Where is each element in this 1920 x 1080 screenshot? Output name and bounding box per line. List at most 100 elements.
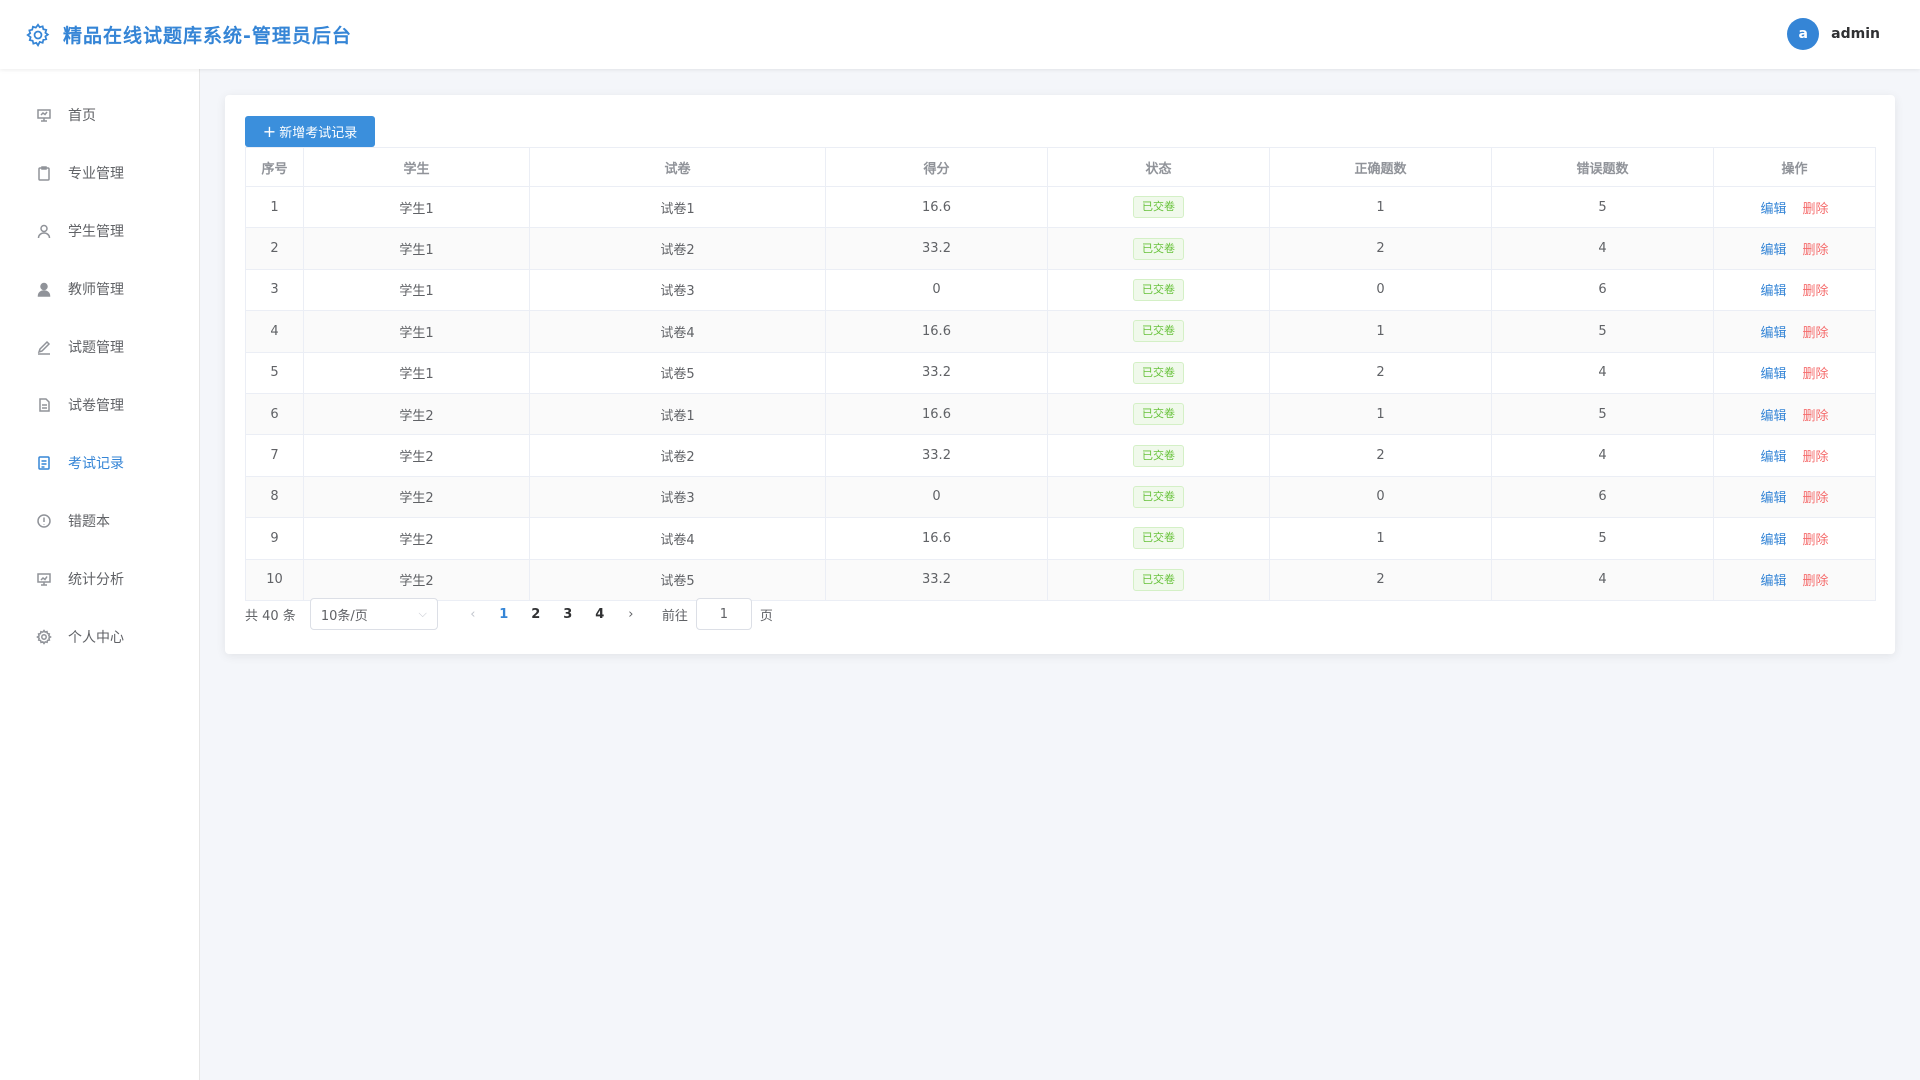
edit-button[interactable]: 编辑 bbox=[1760, 322, 1786, 341]
add-exam-record-button[interactable]: + 新增考试记录 bbox=[245, 116, 375, 147]
table-cell: 试卷1 bbox=[529, 392, 826, 436]
delete-button[interactable]: 删除 bbox=[1803, 570, 1829, 589]
sidebar-item-1[interactable]: 专业管理 bbox=[0, 144, 199, 202]
table-cell: 5 bbox=[1491, 517, 1714, 560]
table-row: 5 学生1 试卷5 33.2 已交卷 2 4 编辑 删除 bbox=[245, 351, 1876, 394]
delete-button[interactable]: 删除 bbox=[1803, 322, 1829, 341]
edit-button[interactable]: 编辑 bbox=[1760, 405, 1786, 424]
actions-cell: 编辑 删除 bbox=[1713, 185, 1876, 229]
edit-button[interactable]: 编辑 bbox=[1760, 487, 1786, 506]
table-cell: 学生2 bbox=[303, 434, 530, 477]
table-cell: 试卷4 bbox=[529, 517, 826, 560]
delete-button[interactable]: 删除 bbox=[1803, 529, 1829, 548]
table-cell: 8 bbox=[245, 475, 304, 519]
table-cell: 6 bbox=[1491, 475, 1714, 519]
table-cell: 2 bbox=[1269, 351, 1492, 394]
sidebar-item-4[interactable]: 试题管理 bbox=[0, 318, 199, 376]
sidebar-item-label: 首页 bbox=[68, 108, 96, 124]
page-number-2[interactable]: 2 bbox=[520, 607, 552, 622]
user-filled-icon bbox=[35, 280, 53, 298]
sidebar-item-label: 统计分析 bbox=[68, 572, 124, 588]
sidebar-item-8[interactable]: 统计分析 bbox=[0, 550, 199, 608]
table-cell: 7 bbox=[245, 434, 304, 477]
table-row: 6 学生2 试卷1 16.6 已交卷 1 5 编辑 删除 bbox=[245, 392, 1876, 436]
edit-button[interactable]: 编辑 bbox=[1760, 280, 1786, 299]
table-cell: 学生2 bbox=[303, 392, 530, 436]
jump-page-input[interactable] bbox=[695, 598, 752, 630]
delete-button[interactable]: 删除 bbox=[1803, 487, 1829, 506]
actions-cell: 编辑 删除 bbox=[1713, 351, 1876, 394]
table-row: 4 学生1 试卷4 16.6 已交卷 1 5 编辑 删除 bbox=[245, 310, 1876, 353]
add-button-label: 新增考试记录 bbox=[279, 126, 358, 141]
sidebar-item-2[interactable]: 学生管理 bbox=[0, 202, 199, 260]
logo: 精品在线试题库系统-管理员后台 bbox=[25, 21, 352, 48]
delete-button[interactable]: 删除 bbox=[1803, 239, 1829, 258]
table-cell: 试卷4 bbox=[529, 310, 826, 353]
table-body: 1 学生1 试卷1 16.6 已交卷 1 5 编辑 删除 2 学生1 试卷2 33.2 已交卷 2 4 编辑 删除… bbox=[245, 185, 1876, 601]
username[interactable]: admin bbox=[1831, 26, 1880, 42]
edit-button[interactable]: 编辑 bbox=[1760, 446, 1786, 465]
setting-icon bbox=[35, 628, 53, 646]
prev-page-button[interactable]: ‹ bbox=[458, 607, 488, 622]
status-badge: 已交卷 bbox=[1133, 278, 1184, 301]
sidebar-item-label: 教师管理 bbox=[68, 282, 124, 298]
chevron-down-icon: ⌵ bbox=[418, 607, 427, 620]
page-number-3[interactable]: 3 bbox=[552, 607, 584, 622]
table-cell: 16.6 bbox=[825, 185, 1048, 229]
tickets-icon bbox=[35, 454, 53, 472]
edit-button[interactable]: 编辑 bbox=[1760, 198, 1786, 217]
page-size-select[interactable]: 10条/页 ⌵ bbox=[309, 598, 438, 630]
table-cell: 0 bbox=[825, 475, 1048, 519]
status-badge: 已交卷 bbox=[1133, 403, 1184, 426]
delete-button[interactable]: 删除 bbox=[1803, 405, 1829, 424]
status-badge: 已交卷 bbox=[1133, 444, 1184, 467]
table-cell: 2 bbox=[1269, 558, 1492, 601]
document-icon bbox=[35, 396, 53, 414]
sidebar-item-0[interactable]: 首页 bbox=[0, 86, 199, 144]
table-cell: 学生1 bbox=[303, 268, 530, 312]
table-cell: 学生2 bbox=[303, 517, 530, 560]
table-cell: 0 bbox=[1269, 475, 1492, 519]
sidebar-item-6[interactable]: 考试记录 bbox=[0, 434, 199, 492]
chart-board-icon bbox=[35, 570, 53, 588]
table-cell: 学生1 bbox=[303, 185, 530, 229]
table-cell: 试卷5 bbox=[529, 558, 826, 601]
presentation-icon bbox=[35, 106, 53, 124]
edit-button[interactable]: 编辑 bbox=[1760, 363, 1786, 382]
table-cell: 5 bbox=[1491, 392, 1714, 436]
sidebar-item-7[interactable]: 错题本 bbox=[0, 492, 199, 550]
pagination: 共 40 条 10条/页 ⌵ ‹ 1234 › 前往 页 bbox=[245, 598, 773, 630]
user-menu[interactable]: a admin bbox=[1787, 18, 1880, 50]
sidebar-item-3[interactable]: 教师管理 bbox=[0, 260, 199, 318]
warning-icon bbox=[35, 512, 53, 530]
status-cell: 已交卷 bbox=[1047, 434, 1270, 477]
status-cell: 已交卷 bbox=[1047, 227, 1270, 270]
edit-button[interactable]: 编辑 bbox=[1760, 529, 1786, 548]
sidebar-item-9[interactable]: 个人中心 bbox=[0, 608, 199, 666]
delete-button[interactable]: 删除 bbox=[1803, 446, 1829, 465]
edit-button[interactable]: 编辑 bbox=[1760, 239, 1786, 258]
table-cell: 1 bbox=[1269, 517, 1492, 560]
actions-cell: 编辑 删除 bbox=[1713, 268, 1876, 312]
records-card: + 新增考试记录 序号 学生 试卷 得分 状态 正确题数 错误题数 操作 1 学生1 试卷1 16.… bbox=[225, 95, 1895, 654]
delete-button[interactable]: 删除 bbox=[1803, 280, 1829, 299]
page-number-1[interactable]: 1 bbox=[488, 607, 520, 622]
table-cell: 16.6 bbox=[825, 392, 1048, 436]
next-page-button[interactable]: › bbox=[616, 607, 646, 622]
table-cell: 试卷2 bbox=[529, 434, 826, 477]
avatar[interactable]: a bbox=[1787, 18, 1820, 50]
sidebar-item-label: 学生管理 bbox=[68, 224, 124, 240]
goto-label: 前往 bbox=[661, 608, 688, 624]
delete-button[interactable]: 删除 bbox=[1803, 198, 1829, 217]
sidebar-item-label: 试题管理 bbox=[68, 340, 124, 356]
table-cell: 33.2 bbox=[825, 227, 1048, 270]
table-cell: 1 bbox=[1269, 392, 1492, 436]
setting-icon bbox=[26, 22, 50, 47]
delete-button[interactable]: 删除 bbox=[1803, 363, 1829, 382]
page-number-4[interactable]: 4 bbox=[584, 607, 616, 622]
status-badge: 已交卷 bbox=[1133, 568, 1184, 591]
edit-button[interactable]: 编辑 bbox=[1760, 570, 1786, 589]
table-cell: 学生1 bbox=[303, 310, 530, 353]
sidebar-menu: 首页专业管理学生管理教师管理试题管理试卷管理 考试记录 错题本统计分析个人中心 bbox=[0, 69, 199, 666]
sidebar-item-5[interactable]: 试卷管理 bbox=[0, 376, 199, 434]
